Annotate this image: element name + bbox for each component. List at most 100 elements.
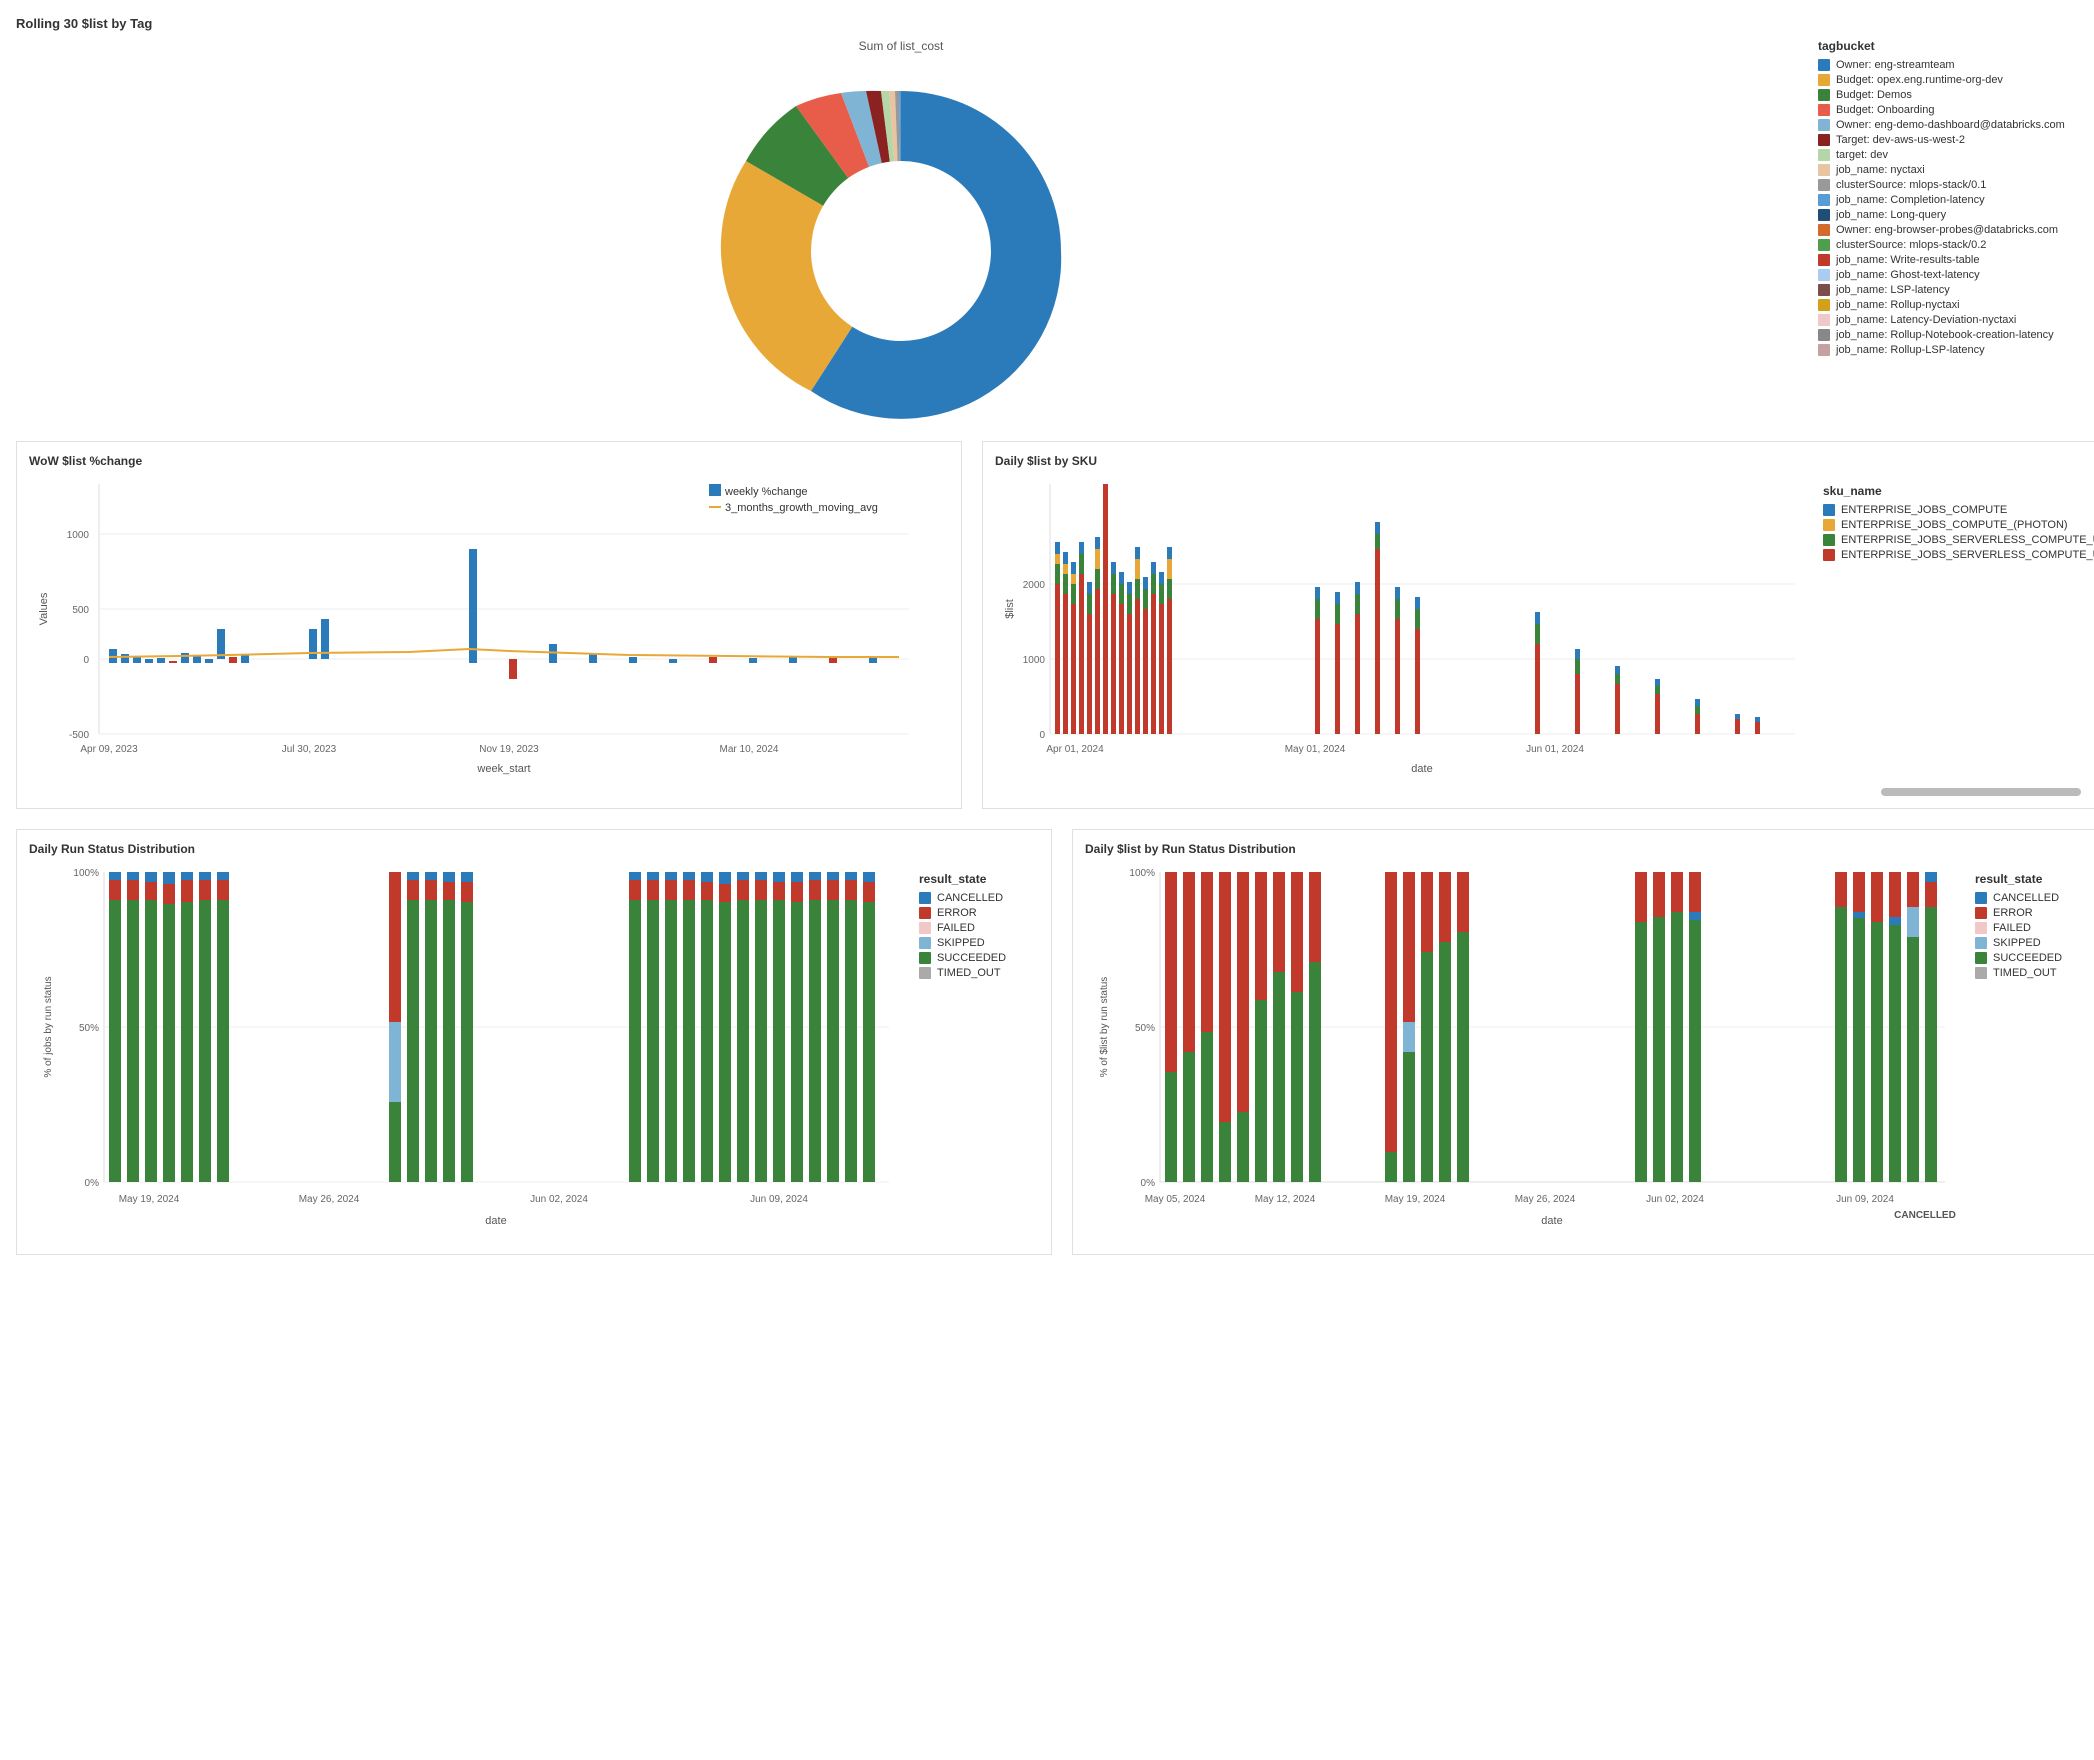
sku-legend-item: ENTERPRISE_JOBS_SERVERLESS_COMPUTE_U	[1823, 534, 2094, 546]
legend-color-swatch	[1975, 907, 1987, 919]
legend-label: job_name: Latency-Deviation-nyctaxi	[1836, 314, 2016, 326]
dashboard: Rolling 30 $list by Tag Sum of list_cost	[0, 0, 2094, 1760]
wow-y-tick-3: 1000	[67, 530, 90, 541]
sku-y-2: 2000	[1023, 580, 1046, 591]
wow-y-tick-2: 500	[72, 605, 89, 616]
legend-color-swatch	[919, 937, 931, 949]
sku-legend-item: ENTERPRISE_JOBS_COMPUTE	[1823, 504, 2094, 516]
legend-label: job_name: Ghost-text-latency	[1836, 269, 1980, 281]
legend-label: Budget: opex.eng.runtime-org-dev	[1836, 74, 2003, 86]
dlr-y-2: 100%	[1129, 868, 1155, 879]
legend-label: CANCELLED	[937, 892, 1003, 904]
donut-chart-area: Sum of list_cost	[16, 39, 1786, 441]
donut-legend-item: job_name: LSP-latency	[1818, 284, 2078, 296]
legend-label: ENTERPRISE_JOBS_SERVERLESS_COMPUTE_U	[1841, 549, 2094, 561]
legend-label: Owner: eng-streamteam	[1836, 59, 1955, 71]
donut-subtitle: Sum of list_cost	[859, 39, 944, 53]
legend-label: Budget: Onboarding	[1836, 104, 1934, 116]
donut-legend-item: job_name: Write-results-table	[1818, 254, 2078, 266]
legend-label: job_name: LSP-latency	[1836, 284, 1950, 296]
legend-label: ERROR	[937, 907, 977, 919]
sku-scrollbar[interactable]	[1881, 788, 2081, 796]
legend-color-swatch	[1818, 194, 1830, 206]
daily-sku-inner: 0 1000 2000 $list	[995, 474, 2094, 784]
dlr-y-0: 0%	[1141, 1178, 1156, 1189]
sku-scrollbar-area[interactable]	[995, 784, 2094, 796]
legend-label: FAILED	[1993, 922, 2031, 934]
legend-color-swatch	[1818, 254, 1830, 266]
donut-legend-item: clusterSource: mlops-stack/0.1	[1818, 179, 2078, 191]
drs-y-1: 50%	[79, 1023, 99, 1034]
legend-label: ENTERPRISE_JOBS_SERVERLESS_COMPUTE_U	[1841, 534, 2094, 546]
legend-label: Owner: eng-browser-probes@databricks.com	[1836, 224, 2058, 236]
legend-label: job_name: Rollup-LSP-latency	[1836, 344, 1985, 356]
drs-x-0: May 19, 2024	[119, 1194, 180, 1205]
daily-sku-svg: 0 1000 2000 $list	[995, 474, 1815, 784]
top-section: Rolling 30 $list by Tag Sum of list_cost	[16, 16, 2078, 441]
legend-label: ENTERPRISE_JOBS_COMPUTE	[1841, 504, 2007, 516]
sku-y-label: $list	[1004, 599, 1016, 619]
dlr-legend-item: TIMED_OUT	[1975, 967, 2094, 979]
dlr-legend-item: CANCELLED	[1975, 892, 2094, 904]
sku-legend-items: ENTERPRISE_JOBS_COMPUTE ENTERPRISE_JOBS_C…	[1823, 504, 2094, 561]
dlr-legend-title: result_state	[1975, 872, 2094, 886]
daily-sku-panel: Daily $list by SKU 0 1000 2000 $list	[982, 441, 2094, 809]
donut-legend: tagbucket Owner: eng-streamteam Budget: o…	[1818, 39, 2078, 359]
legend-label: SUCCEEDED	[937, 952, 1006, 964]
donut-legend-item: Owner: eng-browser-probes@databricks.com	[1818, 224, 2078, 236]
wow-y-label: Values	[38, 592, 50, 625]
sku-x-2: Jun 01, 2024	[1526, 744, 1584, 755]
legend-label: clusterSource: mlops-stack/0.2	[1836, 239, 1986, 251]
legend-color-swatch	[1823, 534, 1835, 546]
legend-label: job_name: Rollup-Notebook-creation-laten…	[1836, 329, 2054, 341]
legend-label: ERROR	[1993, 907, 2033, 919]
legend-label: ENTERPRISE_JOBS_COMPUTE_(PHOTON)	[1841, 519, 2068, 531]
wow-chart-panel: WoW $list %change weekly %change 3_month…	[16, 441, 962, 809]
wow-x-tick-1: Jul 30, 2023	[282, 744, 337, 755]
drs-y-label: % of jobs by run status	[43, 976, 54, 1077]
legend-label: job_name: nyctaxi	[1836, 164, 1925, 176]
legend-label: CANCELLED	[1993, 892, 2059, 904]
legend-label: Budget: Demos	[1836, 89, 1912, 101]
donut-legend-item: job_name: Ghost-text-latency	[1818, 269, 2078, 281]
donut-legend-item: job_name: Rollup-LSP-latency	[1818, 344, 2078, 356]
legend-label: TIMED_OUT	[1993, 967, 2057, 979]
dlr-legend-items: CANCELLEDERRORFAILEDSKIPPEDSUCCEEDEDTIME…	[1975, 892, 2094, 979]
legend-label: SKIPPED	[937, 937, 985, 949]
donut-legend-item: Budget: Demos	[1818, 89, 2078, 101]
sku-bars	[1055, 484, 1760, 734]
legend-color-swatch	[919, 952, 931, 964]
sku-legend-item: ENTERPRISE_JOBS_COMPUTE_(PHOTON)	[1823, 519, 2094, 531]
drs-legend-item: SKIPPED	[919, 937, 1039, 949]
donut-legend-item: Owner: eng-streamteam	[1818, 59, 2078, 71]
drs-legend-item: SUCCEEDED	[919, 952, 1039, 964]
wow-x-label: week_start	[476, 763, 530, 775]
daily-list-run-inner: 0% 50% 100% % of $list by run status	[1085, 862, 2094, 1242]
legend-color-swatch	[1818, 209, 1830, 221]
dlr-x-5: Jun 09, 2024	[1836, 1194, 1894, 1205]
drs-x-2: Jun 02, 2024	[530, 1194, 588, 1205]
donut-legend-item: job_name: Latency-Deviation-nyctaxi	[1818, 314, 2078, 326]
drs-legend-item: ERROR	[919, 907, 1039, 919]
drs-legend-item: CANCELLED	[919, 892, 1039, 904]
legend-color-swatch	[1818, 164, 1830, 176]
daily-run-status-inner: 0% 50% 100% % of jobs by run status	[29, 862, 1039, 1242]
legend-label: job_name: Write-results-table	[1836, 254, 1979, 266]
drs-x-1: May 26, 2024	[299, 1194, 360, 1205]
sku-x-1: May 01, 2024	[1285, 744, 1346, 755]
legend-color-swatch	[1823, 519, 1835, 531]
dlr-legend-item: ERROR	[1975, 907, 2094, 919]
sku-y-0: 0	[1039, 730, 1045, 741]
legend-color-swatch	[919, 907, 931, 919]
donut-legend-item: job_name: nyctaxi	[1818, 164, 2078, 176]
legend-label: Target: dev-aws-us-west-2	[1836, 134, 1965, 146]
wow-x-tick-2: Nov 19, 2023	[479, 744, 539, 755]
legend-label: TIMED_OUT	[937, 967, 1001, 979]
donut-legend-title: tagbucket	[1818, 39, 2078, 53]
daily-list-run-panel: Daily $list by Run Status Distribution 0…	[1072, 829, 2094, 1255]
legend-color-swatch	[1818, 239, 1830, 251]
drs-x-3: Jun 09, 2024	[750, 1194, 808, 1205]
bottom-section: Daily Run Status Distribution 0% 50% 100…	[16, 829, 2078, 1255]
daily-list-run-svg: 0% 50% 100% % of $list by run status	[1085, 862, 1965, 1242]
legend-color-swatch	[1818, 134, 1830, 146]
